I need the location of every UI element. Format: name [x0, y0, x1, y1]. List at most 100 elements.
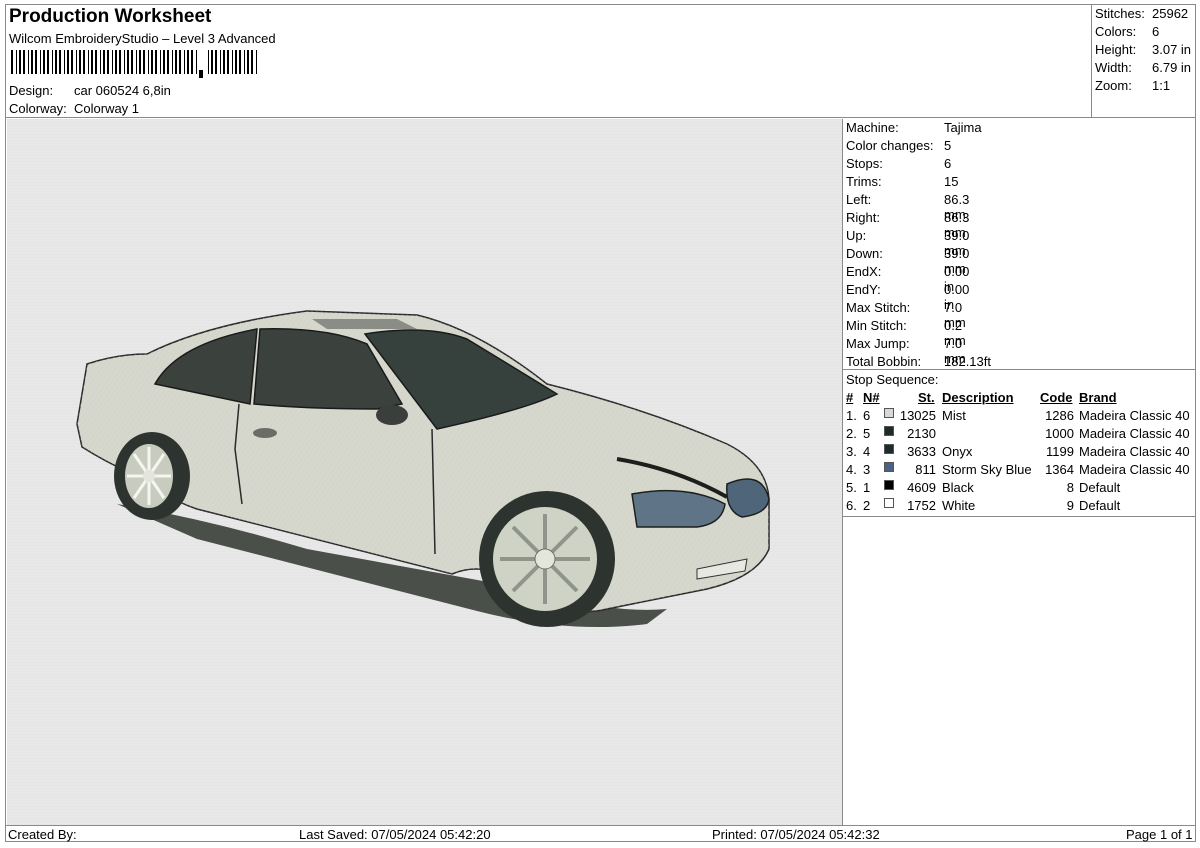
machine-info-row: Right: 86.3 mm	[846, 210, 969, 240]
row-index: 5.	[846, 480, 857, 495]
created-by: Created By:	[8, 827, 77, 842]
machine-info-label: EndX:	[846, 264, 882, 279]
width-label: Width:	[1095, 60, 1132, 75]
machine-info-value: 6	[944, 156, 952, 171]
machine-info-label: Min Stitch:	[846, 318, 907, 333]
color-description: Storm Sky Blue	[942, 462, 1032, 477]
needle-number: 2	[863, 498, 871, 513]
stitch-count: 4609	[907, 480, 936, 495]
stitches-value: 25962	[1152, 6, 1189, 21]
stitch-count: 811	[915, 462, 936, 477]
height-label: Height:	[1095, 42, 1137, 57]
thread-code: 1364	[1045, 462, 1074, 477]
table-row: 3. 4 3633 Onyx 1199 Madeira Classic 40	[843, 444, 1196, 462]
page-title: Production Worksheet	[9, 6, 212, 27]
col-header-description: Description	[942, 390, 1014, 405]
machine-info-row: Machine: Tajima	[846, 120, 982, 135]
table-row: 2. 5 2130 1000 Madeira Classic 40	[843, 426, 1196, 444]
design-preview	[7, 119, 843, 825]
color-description: Black	[942, 480, 974, 495]
machine-info-value: 182.13ft	[944, 354, 991, 369]
table-row: 4. 3 811 Storm Sky Blue 1364 Madeira Classic …	[843, 462, 1196, 480]
thread-brand: Madeira Classic 40	[1079, 444, 1190, 459]
machine-info-label: Color changes:	[846, 138, 934, 153]
machine-info-row: Stops: 6	[846, 156, 951, 171]
colors-label: Colors:	[1095, 24, 1137, 39]
machine-info-value: 15	[944, 174, 959, 189]
color-description: Mist	[942, 408, 966, 423]
machine-info-label: Total Bobbin:	[846, 354, 922, 369]
machine-info-label: Right:	[846, 210, 880, 225]
last-saved: Last Saved: 07/05/2024 05:42:20	[299, 827, 491, 842]
row-index: 1.	[846, 408, 857, 423]
table-row: 1. 6 13025 Mist 1286 Madeira Classic 40	[843, 408, 1196, 426]
stitch-count: 1752	[907, 498, 936, 513]
colorway-value: Colorway 1	[74, 101, 140, 116]
machine-info-label: Stops:	[846, 156, 883, 171]
machine-info-row: Up: 39.0 mm	[846, 228, 969, 258]
col-header-num: #	[846, 390, 854, 405]
zoom-label: Zoom:	[1095, 78, 1132, 93]
row-index: 2.	[846, 426, 857, 441]
needle-number: 4	[863, 444, 871, 459]
color-swatch	[884, 444, 894, 454]
stop-sequence-title: Stop Sequence:	[846, 372, 939, 387]
thread-brand: Madeira Classic 40	[1079, 426, 1190, 441]
car-embroidery-image	[7, 119, 842, 825]
stitches-label: Stitches:	[1095, 6, 1145, 21]
divider	[843, 516, 1196, 517]
machine-info-row: Down: 39.0 mm	[846, 246, 969, 276]
needle-number: 6	[863, 408, 871, 423]
thread-code: 8	[1066, 480, 1074, 495]
width-value: 6.79 in	[1152, 60, 1192, 75]
divider	[843, 369, 1196, 370]
colorway-label: Colorway:	[9, 101, 67, 116]
machine-info-label: EndY:	[846, 282, 881, 297]
machine-info-row: Min Stitch: 0.2 mm	[846, 318, 966, 348]
needle-number: 5	[863, 426, 871, 441]
thread-code: 1000	[1045, 426, 1074, 441]
machine-info-label: Machine:	[846, 120, 899, 135]
thread-brand: Default	[1079, 498, 1121, 513]
machine-info-label: Down:	[846, 246, 883, 261]
machine-info-row: Color changes: 5	[846, 138, 951, 153]
color-swatch	[884, 498, 894, 508]
thread-code: 1199	[1046, 444, 1074, 459]
machine-info-label: Max Stitch:	[846, 300, 911, 315]
height-value: 3.07 in	[1152, 42, 1192, 57]
colors-value: 6	[1152, 24, 1160, 39]
col-header-stitches: St.	[918, 390, 935, 405]
machine-info-value: Tajima	[944, 120, 982, 135]
footer: Created By: Last Saved: 07/05/2024 05:42…	[5, 825, 1196, 842]
color-swatch	[884, 408, 894, 418]
machine-info-value: 5	[944, 138, 952, 153]
machine-info-row: Max Jump: 7.0 mm	[846, 336, 966, 366]
machine-info-row: Total Bobbin: 182.13ft	[846, 354, 991, 369]
color-swatch	[884, 480, 894, 490]
needle-number: 3	[863, 462, 871, 477]
color-description: Onyx	[942, 444, 973, 459]
design-label: Design:	[9, 83, 54, 98]
machine-info-row: EndX: 0.00 in	[846, 264, 969, 294]
col-header-needle: N#	[863, 390, 880, 405]
needle-number: 1	[863, 480, 871, 495]
stitch-count: 2130	[907, 426, 936, 441]
color-swatch	[884, 426, 894, 436]
machine-info-row: Left: 86.3 mm	[846, 192, 969, 222]
table-row: 5. 1 4609 Black 8 Default	[843, 480, 1196, 498]
machine-info-row: Max Stitch: 7.0 mm	[846, 300, 966, 330]
stitch-count: 13025	[899, 408, 936, 423]
page-number: Page 1 of 1	[1126, 827, 1193, 842]
machine-info-label: Up:	[846, 228, 867, 243]
machine-info-label: Max Jump:	[846, 336, 910, 351]
thread-code: 1286	[1045, 408, 1074, 423]
software-subtitle: Wilcom EmbroideryStudio – Level 3 Advanc…	[9, 31, 276, 46]
design-value: car 060524 6,8in	[74, 83, 171, 98]
barcode	[11, 50, 257, 78]
row-index: 3.	[846, 444, 857, 459]
machine-info-label: Trims:	[846, 174, 882, 189]
thread-brand: Default	[1079, 480, 1121, 495]
row-index: 6.	[846, 498, 857, 513]
thread-brand: Madeira Classic 40	[1079, 408, 1190, 423]
machine-info-row: EndY: 0.00 in	[846, 282, 969, 312]
